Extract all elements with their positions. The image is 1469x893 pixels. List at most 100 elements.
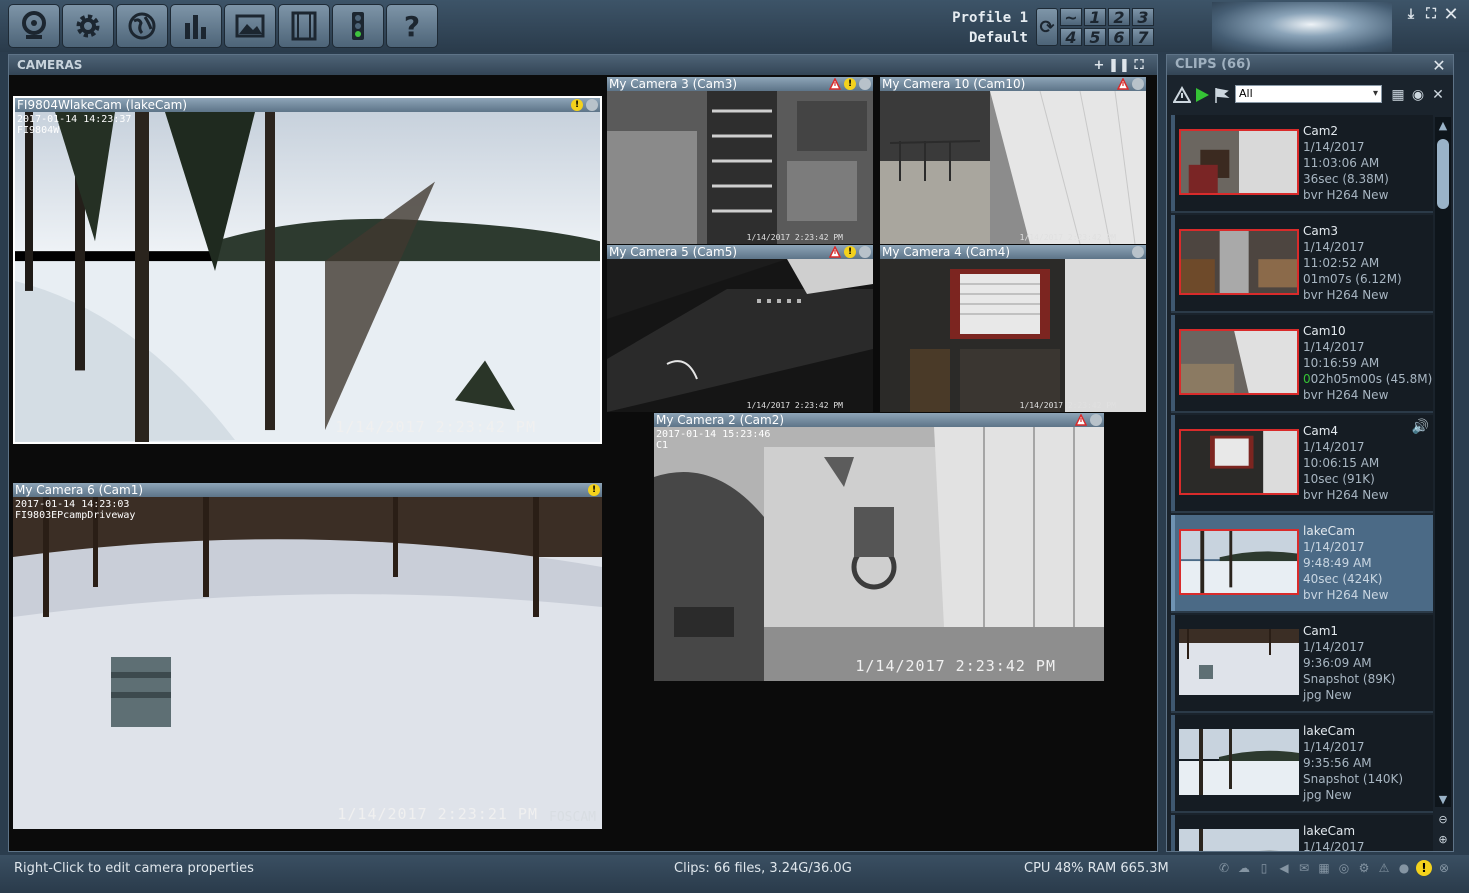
close-clips-icon[interactable]: ✕ [1431, 56, 1447, 75]
profile-button-0[interactable]: ~ [1060, 8, 1082, 27]
clip-item[interactable]: lakeCam 1/14/2017 [1171, 815, 1433, 851]
profile-button-1[interactable]: 1 [1084, 8, 1106, 27]
camera-view: 1/14/2017 2:23:42 PM [607, 91, 873, 244]
help-icon: ? [403, 9, 421, 43]
megaphone-icon[interactable]: ◀ [1276, 860, 1292, 876]
calendar-icon[interactable]: ▦ [1389, 86, 1407, 104]
clip-thumbnail [1179, 829, 1299, 851]
clip-list-scrollbar[interactable]: ▲ ▼ [1435, 117, 1451, 807]
camera-tile-cam4[interactable]: My Camera 4 (Cam4) 1/14/2017 2:23:42 PM [880, 245, 1146, 412]
profile-button-5[interactable]: 5 [1084, 28, 1106, 47]
profile-button-2[interactable]: 2 [1108, 8, 1130, 27]
camera-view: 1/14/2017 2:23:42 PM [880, 91, 1146, 244]
eye-logo [1212, 2, 1392, 52]
clips-button[interactable] [278, 4, 330, 48]
profile-button-4[interactable]: 4 [1060, 28, 1082, 47]
warning-status-icon[interactable]: ⚠ [1376, 860, 1392, 876]
profile-button-7[interactable]: 7 [1132, 28, 1154, 47]
chevron-down-icon: ▾ [1372, 88, 1378, 99]
camera-title: My Camera 4 (Cam4) [880, 245, 1146, 259]
scroll-down-icon[interactable]: ▼ [1435, 791, 1451, 807]
traffic-signal-button[interactable] [332, 4, 384, 48]
flag-icon[interactable] [1213, 86, 1231, 104]
clip-item[interactable]: Cam10 1/14/2017 10:16:59 AM 002h05m00s (45.… [1171, 315, 1433, 413]
minimize-icon[interactable]: ⤓ [1402, 5, 1420, 23]
clips-filter-select[interactable]: All ▾ [1235, 85, 1382, 103]
tools-icon[interactable]: ✕ [1429, 86, 1447, 104]
warning-icon [829, 246, 841, 258]
profile-button-3[interactable]: 3 [1132, 8, 1154, 27]
clip-thumbnail [1179, 729, 1299, 795]
cameras-panel: CAMERAS + ❚❚ ⛶ FI9804WlakeCam (lakeCam) … [8, 54, 1158, 852]
mail-icon[interactable]: ✉ [1296, 860, 1312, 876]
settings-button[interactable] [62, 4, 114, 48]
camera-view: 2017-01-14 15:23:46 C1 1/14/2017 2:23:42 … [654, 427, 1104, 681]
cameras-header: CAMERAS + ❚❚ ⛶ [9, 55, 1157, 75]
clip-list: Cam2 1/14/2017 11:03:06 AM 36sec (8.38M) bvr… [1171, 115, 1433, 851]
camera-tile-cam2[interactable]: My Camera 2 (Cam2) 2017-01-14 15:23:46 C1… [654, 413, 1104, 681]
warning-icon [829, 78, 841, 90]
camera-tile-cam5[interactable]: My Camera 5 (Cam5) ! 1/14/2017 2:23:42 P… [607, 245, 873, 412]
mobile-icon[interactable]: ▯ [1256, 860, 1272, 876]
clip-thumbnail [1179, 429, 1299, 495]
expand-icon[interactable]: ⛶ [1131, 57, 1147, 73]
status-hint: Right-Click to edit camera properties [14, 861, 254, 876]
refresh-icon: ⟳ [1039, 16, 1055, 38]
cameras-title: CAMERAS [17, 58, 83, 72]
gear-icon [76, 14, 100, 38]
camera-tile-cam1[interactable]: My Camera 6 (Cam1) ! 2017-01-14 14:23:03… [13, 483, 602, 829]
clip-thumbnail [1179, 129, 1299, 195]
profile-button-6[interactable]: 6 [1108, 28, 1130, 47]
camera-tile-cam10[interactable]: My Camera 10 (Cam10) 1/14/2017 2:23:42 P… [880, 77, 1146, 244]
camera-title: My Camera 10 (Cam10) [880, 77, 1146, 91]
clip-item[interactable]: Cam1 1/14/2017 9:36:09 AM Snapshot (89K) jpg… [1171, 615, 1433, 713]
cameras-button[interactable] [8, 4, 60, 48]
server-icon[interactable]: ◎ [1336, 860, 1352, 876]
play-icon[interactable] [1193, 86, 1211, 104]
status-clips: Clips: 66 files, 3.24G/36.0G [674, 861, 852, 876]
help-button[interactable]: ? [386, 4, 438, 48]
refresh-button[interactable]: ⟳ [1036, 8, 1058, 46]
camera-title: FI9804WlakeCam (lakeCam) ! [15, 98, 600, 112]
pause-icon[interactable]: ❚❚ [1108, 57, 1130, 73]
web-server-button[interactable] [116, 4, 168, 48]
scroll-up-icon[interactable]: ▲ [1435, 117, 1451, 133]
alert-status-icon[interactable]: ! [1416, 860, 1432, 876]
clip-item-selected[interactable]: lakeCam 1/14/2017 9:48:49 AM 40sec (424K) bv… [1171, 515, 1433, 613]
close-icon[interactable]: ✕ [1442, 4, 1460, 25]
clip-item[interactable]: Cam3 1/14/2017 11:02:52 AM 01m07s (6.12M) bv… [1171, 215, 1433, 313]
snapshots-button[interactable] [224, 4, 276, 48]
fullscreen-icon[interactable]: ⛶ [1422, 5, 1440, 23]
alerts-filter-icon[interactable] [1173, 86, 1191, 104]
image-icon [235, 14, 265, 38]
alert-icon: ! [588, 484, 600, 496]
add-camera-icon[interactable]: + [1091, 57, 1107, 73]
profile-name: Default [968, 30, 1028, 46]
status-icon [1132, 78, 1144, 90]
traffic-light-icon [352, 12, 364, 40]
clip-item[interactable]: Cam2 1/14/2017 11:03:06 AM 36sec (8.38M) bvr… [1171, 115, 1433, 213]
network-icon[interactable]: ⚙ [1356, 860, 1372, 876]
garage-scene-image [654, 427, 1104, 681]
camera-tile-lakecam[interactable]: FI9804WlakeCam (lakeCam) ! 2017-01-14 14… [13, 96, 602, 444]
zoom-in-icon[interactable]: ⊕ [1435, 831, 1451, 847]
cloud-icon[interactable]: ☁ [1236, 860, 1252, 876]
close-circle-icon[interactable]: ⊗ [1436, 860, 1452, 876]
record-icon[interactable]: ◉ [1409, 86, 1427, 104]
profile-label: Profile 1 [952, 10, 1028, 26]
warning-icon [1075, 414, 1087, 426]
clip-item[interactable]: Cam4 1/14/2017 10:06:15 AM 10sec (91K) bvr H… [1171, 415, 1433, 513]
clip-item[interactable]: lakeCam 1/14/2017 9:35:56 AM Snapshot (140K… [1171, 715, 1433, 813]
alert-icon: ! [844, 246, 856, 258]
user-icon[interactable]: ● [1396, 860, 1412, 876]
camera-tile-cam3[interactable]: My Camera 3 (Cam3) ! 1/14/2017 2:23:42 P… [607, 77, 873, 244]
grid-icon[interactable]: ▦ [1316, 860, 1332, 876]
clip-thumbnail [1179, 329, 1299, 395]
webcam-icon [22, 11, 46, 39]
status-icon [586, 99, 598, 111]
osd-date: 1/14/2017 2:23:21 PM [337, 805, 538, 823]
phone-icon[interactable]: ✆ [1216, 860, 1232, 876]
scrollbar-thumb[interactable] [1437, 139, 1449, 209]
zoom-out-icon[interactable]: ⊖ [1435, 811, 1451, 827]
status-button[interactable] [170, 4, 222, 48]
